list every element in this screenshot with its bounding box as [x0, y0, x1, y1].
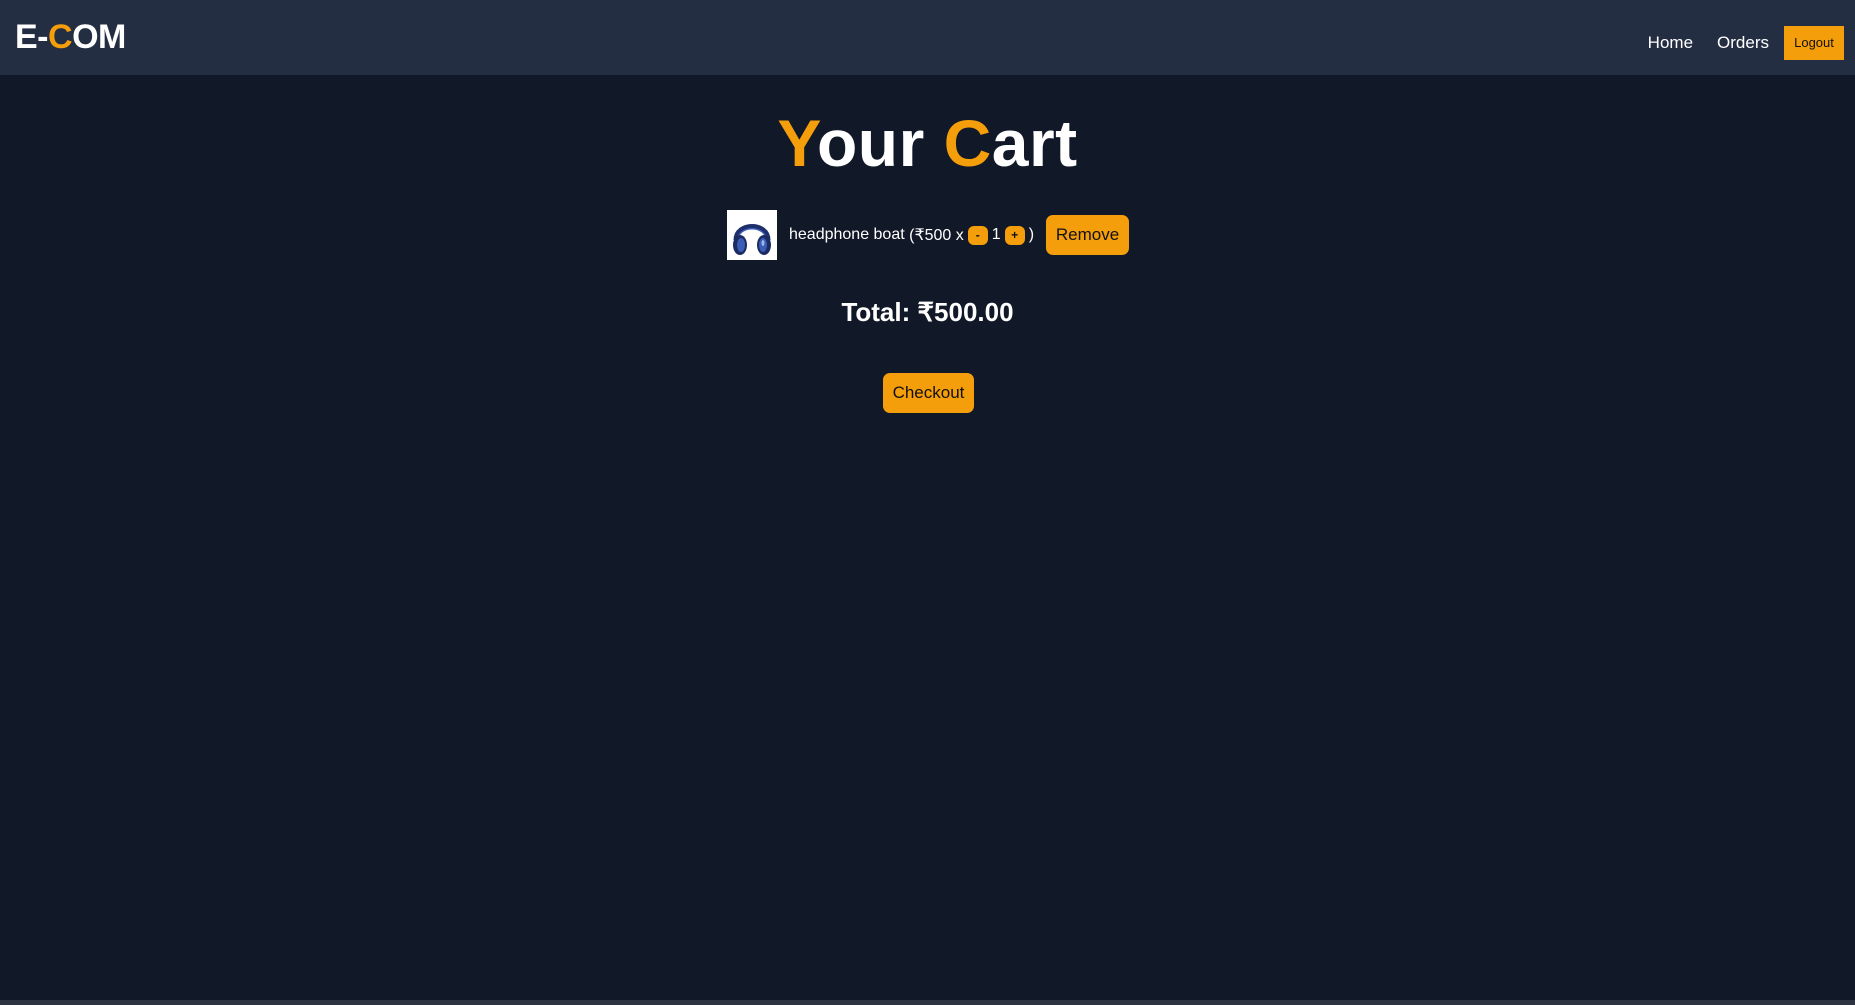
title-text-art: art: [991, 106, 1078, 180]
item-name: headphone boat: [789, 226, 905, 243]
item-description: headphone boat (₹500 x - 1 + ): [789, 225, 1034, 245]
cart-total: Total: ₹500.00: [841, 297, 1014, 327]
logout-button[interactable]: Logout: [1784, 25, 1844, 60]
navbar: E-COM Home Orders Logout: [0, 0, 1855, 75]
nav-home-link[interactable]: Home: [1648, 33, 1693, 53]
close-paren: ): [1028, 226, 1035, 243]
remove-button[interactable]: Remove: [1046, 215, 1130, 255]
cart-item: headphone boat (₹500 x - 1 + ) Remove: [727, 209, 1130, 261]
decrement-button[interactable]: -: [967, 225, 988, 245]
product-image: [727, 210, 777, 260]
headphones-icon: [733, 224, 771, 255]
title-accent-c: C: [943, 106, 992, 180]
item-quantity: 1: [991, 226, 1001, 243]
item-price: (₹500 x: [909, 227, 964, 244]
bottom-border: [0, 1000, 1855, 1005]
page: E-COM Home Orders Logout Your Cart headp…: [0, 0, 1855, 1005]
increment-button[interactable]: +: [1004, 225, 1025, 245]
nav-links: Home Orders Logout: [1648, 25, 1844, 60]
brand-text-part2: OM: [72, 18, 126, 56]
checkout-button[interactable]: Checkout: [883, 373, 974, 413]
brand-text-part1: E-: [15, 18, 49, 56]
title-accent-y: Y: [777, 106, 817, 180]
nav-orders-link[interactable]: Orders: [1717, 33, 1769, 53]
page-title: Your Cart: [0, 103, 1855, 183]
brand-logo[interactable]: E-COM: [15, 18, 126, 56]
brand-text-accent: C: [48, 18, 73, 56]
title-text-our: our: [816, 106, 944, 180]
